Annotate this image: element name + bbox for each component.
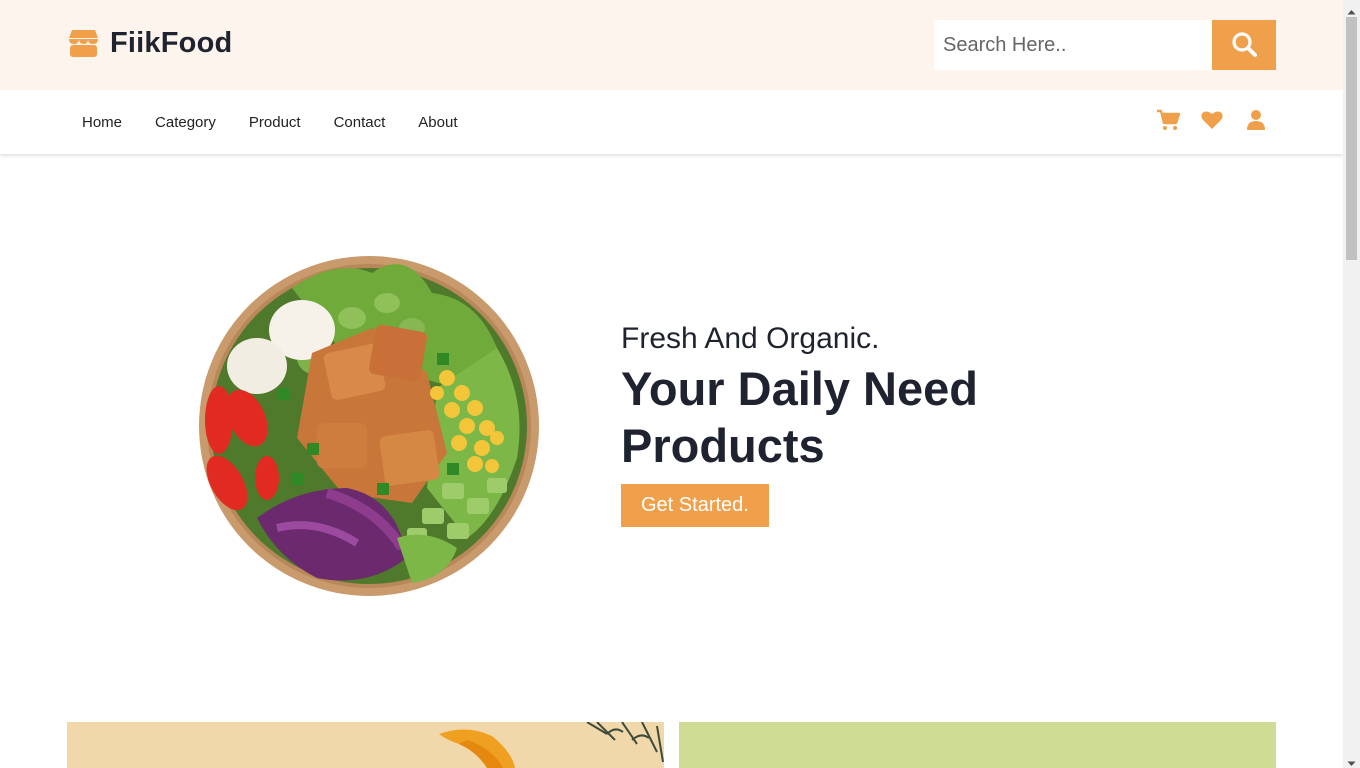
search-icon: [1231, 31, 1257, 60]
top-header: FiikFood: [0, 0, 1343, 90]
heart-icon[interactable]: [1200, 108, 1224, 132]
promo-banner-left[interactable]: [67, 722, 664, 768]
search-button[interactable]: [1212, 20, 1276, 70]
scroll-down-icon[interactable]: [1347, 755, 1356, 766]
vertical-scrollbar[interactable]: [1343, 0, 1360, 768]
main-nav: Home Category Product Contact About: [0, 90, 1343, 154]
promo-banner-right[interactable]: [679, 722, 1276, 768]
get-started-button[interactable]: Get Started.: [621, 484, 769, 527]
nav-product[interactable]: Product: [249, 114, 301, 131]
nav-contact[interactable]: Contact: [334, 114, 386, 131]
cart-icon[interactable]: [1156, 108, 1181, 132]
brand-name: FiikFood: [110, 27, 233, 59]
brand-logo[interactable]: FiikFood: [67, 27, 232, 60]
nav-about[interactable]: About: [418, 114, 457, 131]
scroll-up-icon[interactable]: [1347, 4, 1356, 15]
search-bar: [934, 20, 1276, 70]
hero-section: Fresh And Organic. Your Daily Need Produ…: [621, 322, 1041, 527]
hero-title: Your Daily Need Products: [621, 362, 978, 472]
search-input[interactable]: [934, 20, 1212, 70]
hero-subtitle: Fresh And Organic.: [621, 322, 880, 355]
user-icon[interactable]: [1244, 108, 1268, 132]
salad-bowl-image: [197, 238, 541, 598]
scrollbar-thumb[interactable]: [1346, 17, 1357, 260]
nav-home[interactable]: Home: [82, 114, 122, 131]
nav-category[interactable]: Category: [155, 114, 216, 131]
store-icon: [67, 27, 100, 60]
